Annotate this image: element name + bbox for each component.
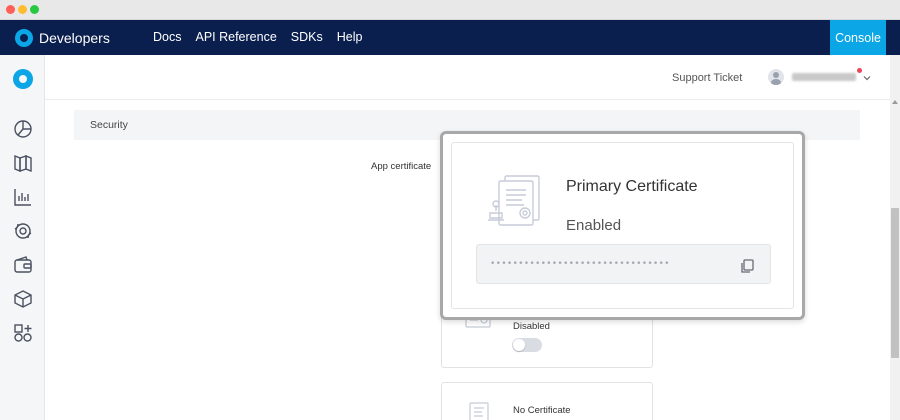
nav-link-help[interactable]: Help [337, 30, 363, 44]
brand-logo-icon [15, 28, 33, 47]
secondary-certificate-toggle[interactable] [512, 338, 542, 352]
app-certificate-label: App certificate [371, 161, 432, 172]
section-title: Security [90, 119, 128, 131]
no-certificate-card[interactable]: No Certificate [441, 382, 653, 420]
console-button[interactable]: Console [830, 20, 886, 55]
scrollbar-thumb[interactable] [891, 208, 899, 358]
marketplace-grid-icon[interactable] [12, 322, 34, 344]
primary-certificate-status: Enabled [566, 217, 622, 234]
close-window-button[interactable] [6, 5, 15, 14]
certificate-document-icon [485, 173, 543, 233]
minimize-window-button[interactable] [18, 5, 27, 14]
masked-certificate-value: •••••••••••••••••••••••••••••••• [490, 259, 670, 269]
primary-certificate-card[interactable]: Primary Certificate Enabled ••••••••••••… [451, 142, 794, 309]
support-ticket-link[interactable]: Support Ticket [672, 72, 742, 84]
primary-certificate-highlight: Primary Certificate Enabled ••••••••••••… [440, 131, 805, 320]
certificate-value-field[interactable]: •••••••••••••••••••••••••••••••• [476, 244, 771, 284]
brand[interactable]: Developers [15, 28, 110, 47]
user-avatar[interactable] [768, 69, 784, 85]
nav-link-api-reference[interactable]: API Reference [195, 30, 276, 44]
nav-link-docs[interactable]: Docs [153, 30, 181, 44]
extensions-cube-icon[interactable] [12, 288, 34, 310]
top-navigation: Developers Docs API Reference SDKs Help … [0, 20, 900, 55]
header-divider [45, 99, 890, 100]
username-redacted[interactable] [792, 73, 856, 81]
maximize-window-button[interactable] [30, 5, 39, 14]
sidebar-rail [0, 55, 45, 420]
certificate-icon [464, 401, 492, 420]
brand-name: Developers [39, 29, 110, 46]
primary-certificate-title: Primary Certificate [566, 178, 698, 195]
dashboard-pie-icon[interactable] [12, 118, 34, 140]
copy-icon[interactable] [739, 258, 755, 274]
nav-links: Docs API Reference SDKs Help [153, 30, 376, 44]
window-titlebar [0, 0, 900, 20]
support-icon[interactable] [12, 220, 34, 242]
secondary-status: Disabled [513, 321, 550, 332]
usage-chart-icon[interactable] [12, 186, 34, 208]
chevron-down-icon[interactable] [862, 70, 872, 81]
logo-icon[interactable] [13, 69, 33, 89]
nav-link-sdks[interactable]: SDKs [291, 30, 323, 44]
billing-wallet-icon[interactable] [12, 254, 34, 276]
no-certificate-status: No Certificate [513, 405, 571, 416]
scroll-up-arrow-icon[interactable] [892, 100, 898, 104]
projects-book-icon[interactable] [12, 152, 34, 174]
